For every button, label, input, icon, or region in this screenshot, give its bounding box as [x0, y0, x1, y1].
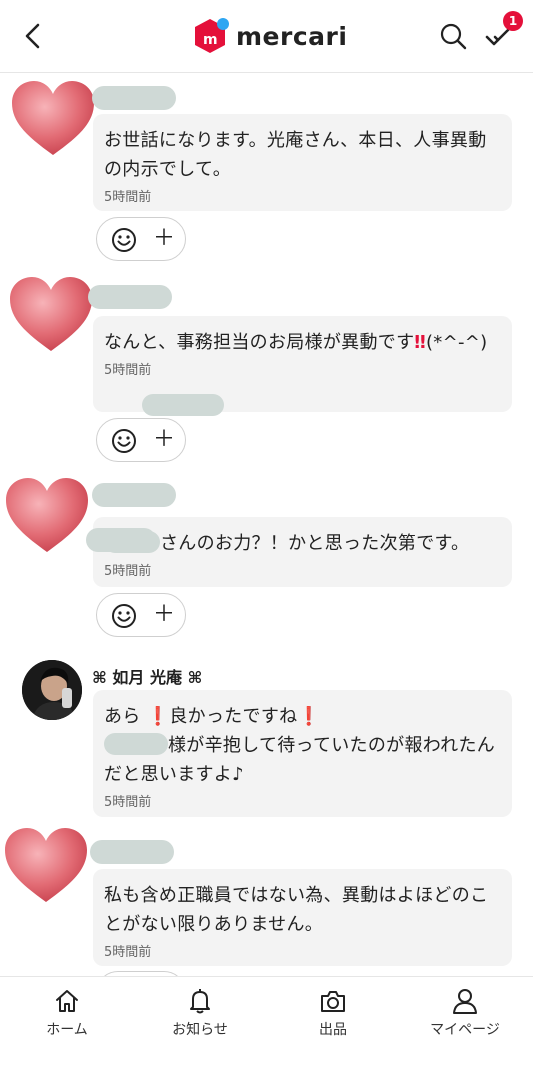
comment-bubble: さんのお力？！かと思った次第です。 5時間前	[93, 517, 512, 587]
exclamation-icon: ❗	[146, 706, 170, 727]
reaction-button[interactable]: ＋	[96, 217, 186, 261]
redacted-blur	[142, 394, 224, 416]
reaction-button[interactable]: ＋	[96, 593, 186, 637]
tab-sell[interactable]: 出品	[278, 987, 388, 1047]
comment-bubble: 私も含め正職員ではない為、異動はよほどのことがない限りありません。 5時間前	[93, 869, 512, 966]
back-arrow-icon[interactable]	[18, 20, 48, 52]
plus-icon: ＋	[153, 226, 176, 251]
comment-text: 私も含め正職員ではない為、異動はよほどのことがない限りありません。	[104, 885, 489, 935]
comment-text: あら	[104, 706, 141, 727]
username-blur	[92, 483, 176, 507]
comment-time: 5時間前	[104, 363, 152, 378]
mercari-logo-icon: m	[195, 18, 229, 53]
tab-mypage[interactable]: マイページ	[410, 987, 520, 1047]
comment-bubble: あら ❗良かったですね❗ 様が辛抱して待っていたのが報われたんだと思いますよ♪ …	[93, 690, 512, 817]
logo-wordmark: mercari	[236, 21, 348, 51]
plus-icon: ＋	[153, 602, 176, 627]
comment-text-tail: (*^-^)	[425, 332, 488, 353]
notification-badge: 1	[503, 11, 523, 31]
comment-text: さんのお力？！かと思った次第です。	[160, 533, 470, 554]
user-photo-icon	[22, 660, 82, 720]
svg-text:m: m	[203, 32, 218, 48]
bottom-tab-bar: ホーム お知らせ 出品 マイページ	[0, 976, 533, 1081]
username-blur	[90, 840, 174, 864]
username[interactable]: ⌘ 如月 光庵 ⌘	[92, 664, 202, 688]
search-icon[interactable]	[438, 20, 468, 52]
tab-label: マイページ	[430, 1022, 500, 1038]
smiley-icon	[112, 429, 136, 453]
comment-time: 5時間前	[104, 190, 152, 205]
smiley-icon	[112, 604, 136, 628]
heart-avatar-icon[interactable]	[4, 476, 90, 556]
comment-feed: お世話になります。光庵さん、本日、人事異動の内示でして。 5時間前 ＋ なんと、…	[0, 73, 533, 976]
exclamation-icon: ❗	[297, 706, 321, 727]
tab-label: 出品	[319, 1022, 347, 1038]
mercari-logo[interactable]: m mercari	[194, 17, 347, 55]
comment-bubble: お世話になります。光庵さん、本日、人事異動の内示でして。 5時間前	[93, 114, 512, 211]
bell-icon	[190, 989, 210, 1014]
smiley-icon	[112, 228, 136, 252]
plus-icon: ＋	[153, 427, 176, 452]
heart-avatar-icon[interactable]	[3, 826, 89, 906]
username-blur	[88, 285, 172, 309]
user-avatar[interactable]	[22, 660, 82, 720]
home-icon	[56, 990, 78, 1012]
app-header: m mercari 1	[0, 0, 533, 73]
comment-text: なんと、事務担当のお局様が異動です	[104, 332, 415, 353]
comment-text: 良かったですね	[169, 706, 298, 727]
comment-time: 5時間前	[104, 945, 152, 960]
username-blur	[92, 86, 176, 110]
camera-icon	[321, 991, 345, 1012]
tab-label: お知らせ	[172, 1022, 228, 1038]
comment-text: お世話になります。光庵さん、本日、人事異動の内示でして。	[104, 130, 487, 180]
redacted-blur	[86, 528, 156, 552]
comment-time: 5時間前	[104, 795, 152, 810]
tab-notifications[interactable]: お知らせ	[145, 987, 255, 1047]
tab-home[interactable]: ホーム	[12, 987, 122, 1047]
reaction-button[interactable]: ＋	[96, 418, 186, 462]
double-exclamation-icon: ‼	[414, 332, 426, 353]
heart-avatar-icon[interactable]	[8, 275, 94, 355]
person-icon	[453, 989, 477, 1014]
tab-label: ホーム	[46, 1022, 88, 1038]
redacted-name-blur	[104, 733, 168, 755]
comment-time: 5時間前	[104, 564, 152, 579]
heart-avatar-icon[interactable]	[10, 79, 96, 159]
